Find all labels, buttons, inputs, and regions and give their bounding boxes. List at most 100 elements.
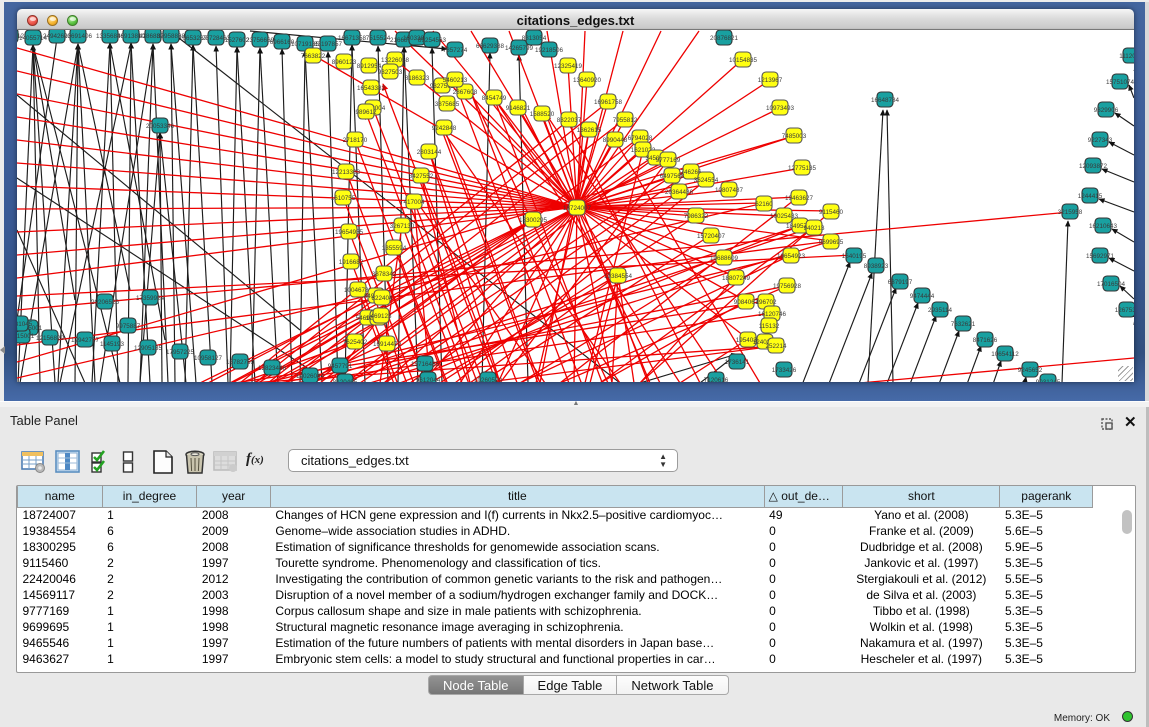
svg-text:10260520: 10260520 [474,377,503,382]
svg-text:9245652: 9245652 [1018,367,1043,374]
svg-text:5460213: 5460213 [443,77,468,84]
svg-text:8813054: 8813054 [522,35,547,42]
svg-text:3931045: 3931045 [17,321,33,328]
svg-text:3878342: 3878342 [372,271,397,278]
svg-text:12775135: 12775135 [788,165,817,172]
svg-text:9146821: 9146821 [506,105,531,112]
svg-text:12325419: 12325419 [554,63,583,70]
svg-text:10807487: 10807487 [715,187,744,194]
svg-text:15720407: 15720407 [697,233,726,240]
svg-text:10654923: 10654923 [777,253,806,260]
svg-text:12905135: 12905135 [134,345,163,352]
svg-text:19463627: 19463627 [785,195,814,202]
svg-text:989612: 989612 [355,109,377,116]
svg-text:1733426: 1733426 [772,367,797,374]
svg-text:417004: 417004 [403,199,425,206]
svg-text:14265799: 14265799 [505,45,534,52]
svg-text:16210643: 16210643 [1089,223,1118,230]
svg-text:12156829: 12156829 [36,335,65,342]
svg-text:7857274: 7857274 [443,47,468,54]
svg-text:940213: 940213 [803,225,825,232]
svg-text:1362615: 1362615 [577,127,602,134]
svg-text:1112045: 1112045 [1119,53,1134,60]
svg-text:15716485: 15716485 [411,361,440,368]
svg-text:7515524: 7515524 [366,35,391,42]
svg-text:9242848: 9242848 [432,125,457,132]
svg-text:3624554: 3624554 [694,177,719,184]
svg-text:20206526: 20206526 [91,299,120,306]
svg-text:12026044: 12026044 [296,373,325,380]
svg-text:10958127: 10958127 [194,355,223,362]
svg-text:19218506: 19218506 [535,47,564,54]
svg-text:196702: 196702 [755,299,777,306]
svg-text:19654935: 19654935 [335,229,364,236]
svg-text:8427552: 8427552 [409,173,434,180]
svg-text:8454749: 8454749 [482,95,507,102]
svg-text:10654112: 10654112 [991,351,1019,358]
svg-text:8322037: 8322037 [557,117,582,124]
svg-text:1355594: 1355594 [382,245,407,252]
svg-text:12093872: 12093872 [1079,163,1108,170]
svg-text:1610755: 1610755 [331,195,356,202]
svg-text:19756928: 19756928 [773,283,802,290]
svg-text:115132: 115132 [759,323,780,330]
svg-text:16120746: 16120746 [758,311,787,318]
svg-text:12942737: 12942737 [71,337,100,344]
svg-text:9227343: 9227343 [1088,137,1113,144]
svg-text:20876821: 20876821 [710,35,739,42]
svg-text:18807249: 18807249 [722,275,751,282]
svg-text:9115460: 9115460 [819,209,844,216]
svg-text:18724007: 18724007 [563,205,592,212]
svg-text:9699695: 9699695 [819,239,844,246]
svg-text:10973493: 10973493 [766,105,795,112]
svg-text:6379197: 6379197 [888,279,913,286]
svg-text:1213967: 1213967 [758,77,783,84]
svg-text:2935114: 2935114 [928,307,953,314]
svg-text:16914479: 16914479 [373,341,402,348]
svg-text:17957225: 17957225 [166,349,195,356]
svg-text:15751074: 15751074 [1106,79,1134,86]
svg-text:1736141: 1736141 [725,359,750,366]
svg-text:66629388: 66629388 [476,43,505,50]
svg-text:9457791: 9457791 [328,363,353,370]
svg-text:252214: 252214 [765,343,787,350]
svg-text:3215958: 3215958 [1058,209,1083,216]
svg-text:8186323: 8186323 [405,75,430,82]
svg-text:20691406: 20691406 [64,33,93,40]
svg-text:9975887: 9975887 [116,323,141,330]
svg-text:8120465: 8120465 [333,379,358,382]
svg-text:1588520: 1588520 [530,111,555,118]
svg-text:83197857: 83197857 [314,41,343,48]
svg-text:16543382: 16543382 [357,85,386,92]
svg-text:8938923: 8938923 [864,263,889,270]
svg-text:6794028: 6794028 [628,135,653,142]
svg-text:8990448: 8990448 [603,137,628,144]
svg-text:822404: 822404 [371,295,393,302]
svg-text:9327503: 9327503 [378,69,403,76]
svg-text:1244415: 1244415 [1078,193,1103,200]
svg-text:12213303: 12213303 [332,169,361,176]
svg-text:10154835: 10154835 [729,57,758,64]
svg-text:8960123: 8960123 [332,59,357,66]
svg-text:20364436: 20364436 [665,189,694,196]
svg-text:13226058: 13226058 [381,57,410,64]
svg-text:62160: 62160 [755,201,773,208]
svg-text:20053346: 20053346 [146,123,175,130]
svg-text:8471626: 8471626 [973,337,998,344]
svg-text:7663822: 7663822 [301,53,326,60]
svg-text:12823446: 12823446 [258,365,287,372]
svg-text:10688609: 10688609 [710,255,739,262]
svg-text:89254563: 89254563 [418,37,447,44]
svg-text:3875685: 3875685 [435,101,460,108]
svg-text:3915001: 3915001 [17,333,35,340]
svg-text:2867608: 2867608 [453,89,478,96]
svg-text:19384554: 19384554 [604,273,633,280]
svg-text:16648784: 16648784 [871,97,900,104]
svg-text:7632621: 7632621 [951,321,976,328]
svg-text:2803144: 2803144 [417,149,442,156]
svg-text:1916682: 1916682 [339,259,364,266]
svg-text:16782759: 16782759 [226,359,255,366]
svg-text:9777169: 9777169 [656,157,681,164]
svg-text:9031245: 9031245 [1036,379,1061,382]
svg-text:9612044: 9612044 [416,377,441,382]
